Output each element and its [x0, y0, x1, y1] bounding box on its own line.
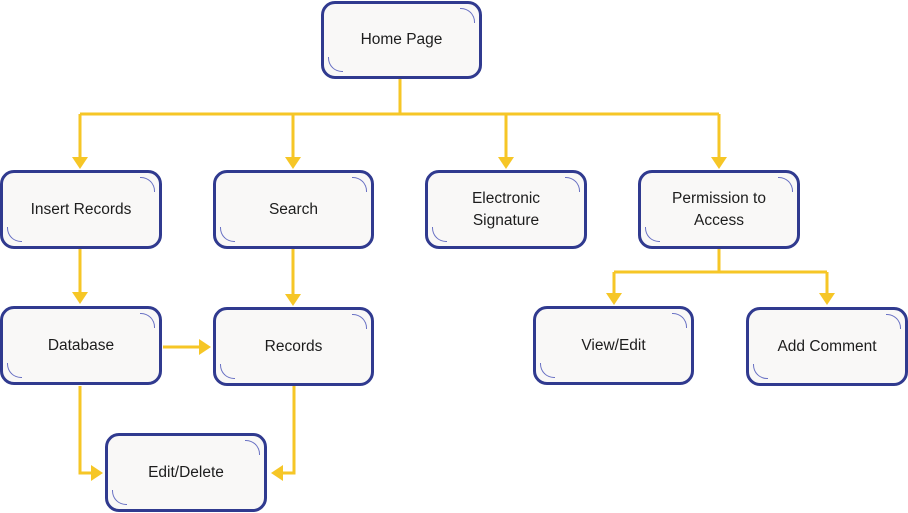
corner-accent: [140, 313, 155, 328]
arrowhead: [271, 465, 283, 481]
corner-accent: [460, 8, 475, 23]
edge-database-editdelete: [78, 386, 97, 475]
node-add-comment[interactable]: Add Comment: [746, 307, 908, 386]
edge-permission-bus: [614, 249, 827, 274]
node-label: Home Page: [360, 31, 443, 48]
corner-accent: [245, 440, 260, 455]
arrowhead: [606, 293, 622, 305]
arrowhead: [199, 339, 211, 355]
node-label: Electronic Signature: [471, 189, 541, 229]
corner-accent: [886, 314, 901, 329]
corner-accent: [7, 363, 22, 378]
node-label: Permission to Access: [672, 189, 766, 229]
node-records[interactable]: Records: [213, 307, 374, 386]
arrowhead: [91, 465, 103, 481]
corner-accent: [565, 177, 580, 192]
arrowhead: [711, 157, 727, 169]
edge-records-editdelete: [277, 386, 296, 475]
corner-accent: [645, 227, 660, 242]
node-label: Edit/Delete: [148, 463, 224, 481]
node-label: Search: [268, 200, 319, 218]
node-database[interactable]: Database: [0, 306, 162, 385]
node-edit-delete[interactable]: Edit/Delete: [105, 433, 267, 512]
arrowhead: [498, 157, 514, 169]
node-electronic-signature[interactable]: Electronic Signature: [425, 170, 587, 249]
node-insert-records[interactable]: Insert Records: [0, 170, 162, 249]
corner-accent: [7, 227, 22, 242]
corner-accent: [140, 177, 155, 192]
node-search[interactable]: Search: [213, 170, 374, 249]
node-label: Database: [47, 336, 115, 354]
corner-accent: [672, 313, 687, 328]
corner-accent: [753, 364, 768, 379]
node-home-page[interactable]: Home Page: [321, 1, 482, 79]
corner-accent: [220, 227, 235, 242]
node-label: Add Comment: [777, 337, 877, 355]
corner-accent: [432, 227, 447, 242]
corner-accent: [778, 177, 793, 192]
node-label: View/Edit: [581, 336, 646, 354]
corner-accent: [328, 57, 343, 72]
arrowhead: [72, 157, 88, 169]
corner-accent: [352, 177, 367, 192]
arrowhead: [72, 292, 88, 304]
node-view-edit[interactable]: View/Edit: [533, 306, 694, 385]
arrowhead: [285, 294, 301, 306]
node-permission-to-access[interactable]: Permission to Access: [638, 170, 800, 249]
corner-accent: [112, 490, 127, 505]
arrowhead: [819, 293, 835, 305]
arrowhead: [285, 157, 301, 169]
node-label: Records: [264, 337, 323, 355]
corner-accent: [220, 364, 235, 379]
edge-home-bus: [80, 78, 719, 116]
node-label: Insert Records: [30, 200, 132, 218]
corner-accent: [540, 363, 555, 378]
corner-accent: [352, 314, 367, 329]
